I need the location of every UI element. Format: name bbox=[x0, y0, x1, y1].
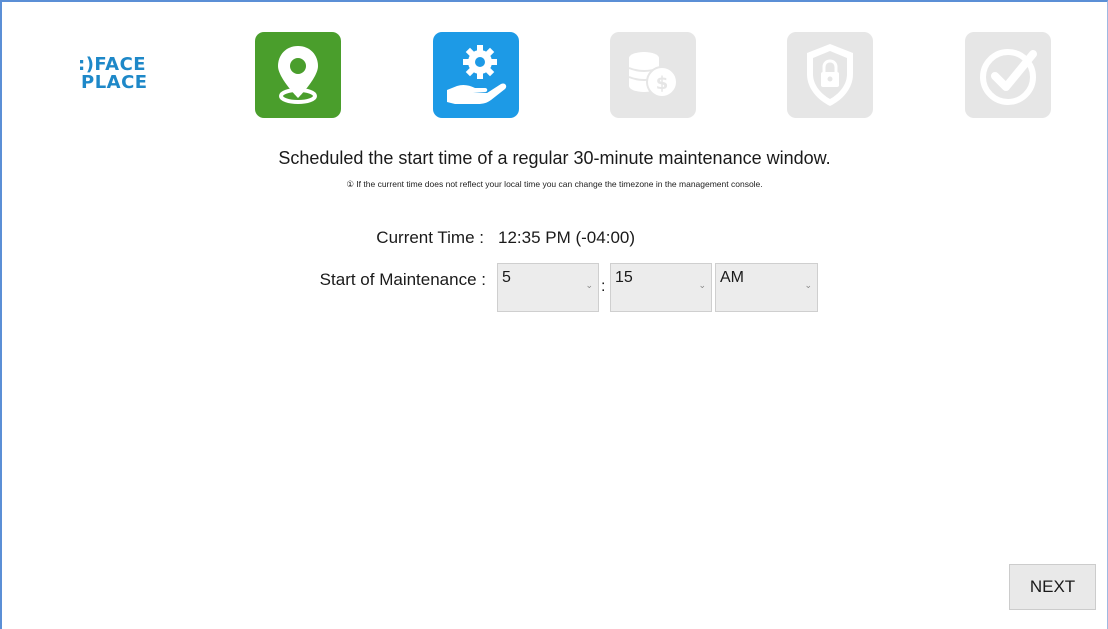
minute-value: 15 bbox=[615, 269, 633, 286]
minute-select[interactable]: 15 ⌄ bbox=[610, 263, 712, 312]
page-heading: Scheduled the start time of a regular 30… bbox=[278, 148, 831, 168]
step-finish bbox=[965, 32, 1051, 118]
step-location bbox=[255, 32, 341, 118]
gear-hand-icon bbox=[447, 45, 507, 104]
chevron-down-icon: ⌄ bbox=[698, 280, 706, 290]
setup-window: :)FACE PLACE $ Scheduled the start time … bbox=[0, 0, 1108, 629]
shield-lock-icon bbox=[807, 44, 853, 106]
maintenance-start-label: Start of Maintenance : bbox=[319, 270, 486, 289]
logo-line-2: PLACE bbox=[81, 72, 148, 93]
current-time-value: 12:35 PM (-04:00) bbox=[498, 228, 636, 247]
checkmark-icon bbox=[980, 49, 1037, 105]
svg-text:$: $ bbox=[656, 73, 669, 94]
hour-select[interactable]: 5 ⌄ bbox=[497, 263, 599, 312]
step-maintenance bbox=[433, 32, 519, 118]
step-billing: $ bbox=[610, 32, 696, 118]
step-security bbox=[787, 32, 873, 118]
coins-icon: $ bbox=[628, 52, 678, 98]
time-separator: : bbox=[601, 278, 606, 295]
ampm-value: AM bbox=[720, 269, 744, 286]
chevron-down-icon: ⌄ bbox=[804, 280, 812, 290]
faceplace-logo: :)FACE PLACE bbox=[78, 56, 168, 96]
next-button[interactable]: NEXT bbox=[1009, 564, 1096, 610]
location-pin-icon bbox=[278, 46, 318, 104]
hour-value: 5 bbox=[502, 269, 511, 286]
current-time-label: Current Time : bbox=[376, 228, 484, 247]
timezone-note: ① If the current time does not reflect y… bbox=[346, 179, 763, 189]
ampm-select[interactable]: AM ⌄ bbox=[715, 263, 818, 312]
chevron-down-icon: ⌄ bbox=[585, 280, 593, 290]
